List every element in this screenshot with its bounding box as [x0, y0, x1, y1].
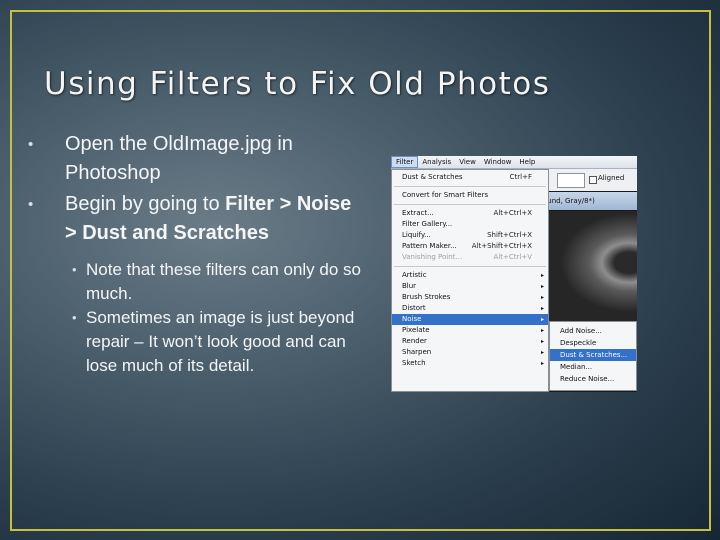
bullet-dot: • — [28, 136, 34, 153]
filter-menu: Dust & Scratches Ctrl+F Convert for Smar… — [391, 169, 549, 392]
menu-item-vanishing-point[interactable]: Vanishing Point... Alt+Ctrl+V — [392, 252, 548, 263]
menu-item-label: Noise — [402, 315, 422, 323]
submenu-arrow-icon: ▸ — [540, 305, 544, 312]
menu-item-filter-gallery[interactable]: Filter Gallery... — [392, 219, 548, 230]
menu-item-label: Render — [402, 337, 427, 345]
menu-item-label: Brush Strokes — [402, 293, 451, 301]
menu-item-pixelate[interactable]: Pixelate ▸ — [392, 325, 548, 336]
submenu-arrow-icon: ▸ — [540, 327, 544, 334]
bullet-filter-path: • Begin by going to Filter > Noise > Dus… — [28, 190, 368, 248]
options-bar: Aligned — [541, 169, 637, 191]
photo-canvas — [541, 211, 637, 326]
menu-item-shortcut: Alt+Ctrl+X — [493, 209, 532, 217]
menu-item-distort[interactable]: Distort ▸ — [392, 303, 548, 314]
submenu-item-add-noise[interactable]: Add Noise... — [550, 325, 636, 337]
sub-bullet-limits: • Note that these filters can only do so… — [72, 258, 368, 306]
aligned-checkbox[interactable] — [589, 176, 597, 184]
slide-title: Using Filters to Fix Old Photos — [44, 66, 551, 102]
bullet-text: Begin by going to Filter > Noise > Dust … — [65, 190, 368, 248]
sub-bullet-text: Note that these filters can only do so m… — [86, 260, 361, 303]
submenu-item-reduce-noise[interactable]: Reduce Noise... — [550, 373, 636, 385]
menu-item-last-filter[interactable]: Dust & Scratches Ctrl+F — [392, 172, 548, 183]
menu-filter[interactable]: Filter — [391, 156, 419, 168]
photoshop-screenshot: Filter Analysis View Window Help Aligned… — [391, 156, 637, 392]
submenu-arrow-icon: ▸ — [540, 316, 544, 323]
menu-item-label: Vanishing Point... — [402, 253, 463, 261]
document-tab[interactable]: ound, Gray/8*) — [541, 192, 637, 210]
menu-item-shortcut: Shift+Ctrl+X — [487, 231, 532, 239]
menu-item-label: Pattern Maker... — [402, 242, 457, 250]
menu-separator — [394, 204, 546, 205]
submenu-arrow-icon: ▸ — [540, 272, 544, 279]
menu-item-sketch[interactable]: Sketch ▸ — [392, 358, 548, 369]
menu-item-label: Sketch — [402, 359, 426, 367]
menu-item-label: Convert for Smart Filters — [402, 191, 489, 199]
menu-view[interactable]: View — [455, 156, 480, 168]
slide-body: • Open the OldImage.jpg in Photoshop • B… — [28, 130, 368, 378]
menu-item-pattern-maker[interactable]: Pattern Maker... Alt+Shift+Ctrl+X — [392, 241, 548, 252]
submenu-item-despeckle[interactable]: Despeckle — [550, 337, 636, 349]
bullet-open-image: • Open the OldImage.jpg in Photoshop — [28, 130, 368, 188]
menu-bar: Filter Analysis View Window Help — [391, 156, 637, 169]
menu-item-liquify[interactable]: Liquify... Shift+Ctrl+X — [392, 230, 548, 241]
bullet-prefix: Begin by going to — [65, 193, 226, 215]
menu-item-noise[interactable]: Noise ▸ — [392, 314, 548, 325]
menu-item-brush-strokes[interactable]: Brush Strokes ▸ — [392, 292, 548, 303]
options-field[interactable] — [557, 173, 585, 188]
sub-bullet-dot: • — [72, 310, 77, 325]
menu-item-label: Blur — [402, 282, 417, 290]
bullet-text: Open the OldImage.jpg in Photoshop — [65, 133, 293, 184]
menu-item-extract[interactable]: Extract... Alt+Ctrl+X — [392, 208, 548, 219]
menu-item-label: Dust & Scratches — [402, 173, 463, 181]
submenu-item-dust-scratches[interactable]: Dust & Scratches... — [550, 349, 636, 361]
menu-item-label: Filter Gallery... — [402, 220, 453, 228]
menu-item-label: Artistic — [402, 271, 427, 279]
bullet-dot: • — [28, 196, 34, 213]
menu-item-blur[interactable]: Blur ▸ — [392, 281, 548, 292]
menu-item-label: Sharpen — [402, 348, 432, 356]
menu-item-convert-smart-filters[interactable]: Convert for Smart Filters — [392, 190, 548, 201]
sub-bullet-dot: • — [72, 262, 77, 277]
sub-bullet-text: Sometimes an image is just beyond repair… — [86, 308, 355, 375]
menu-help[interactable]: Help — [515, 156, 539, 168]
submenu-arrow-icon: ▸ — [540, 360, 544, 367]
menu-separator — [394, 186, 546, 187]
noise-submenu: Add Noise... Despeckle Dust & Scratches.… — [549, 321, 637, 391]
menu-item-artistic[interactable]: Artistic ▸ — [392, 270, 548, 281]
menu-item-label: Distort — [402, 304, 426, 312]
sub-bullet-repair: • Sometimes an image is just beyond repa… — [72, 306, 368, 378]
submenu-arrow-icon: ▸ — [540, 349, 544, 356]
menu-item-shortcut: Alt+Ctrl+V — [493, 253, 532, 261]
menu-window[interactable]: Window — [480, 156, 516, 168]
submenu-arrow-icon: ▸ — [540, 283, 544, 290]
submenu-arrow-icon: ▸ — [540, 338, 544, 345]
menu-item-sharpen[interactable]: Sharpen ▸ — [392, 347, 548, 358]
menu-item-render[interactable]: Render ▸ — [392, 336, 548, 347]
menu-analysis[interactable]: Analysis — [418, 156, 455, 168]
submenu-arrow-icon: ▸ — [540, 294, 544, 301]
menu-separator — [394, 266, 546, 267]
menu-item-shortcut: Ctrl+F — [509, 173, 532, 181]
submenu-item-median[interactable]: Median... — [550, 361, 636, 373]
menu-item-label: Extract... — [402, 209, 434, 217]
menu-item-shortcut: Alt+Shift+Ctrl+X — [471, 242, 532, 250]
menu-item-label: Liquify... — [402, 231, 431, 239]
menu-item-label: Pixelate — [402, 326, 430, 334]
aligned-label: Aligned — [598, 174, 625, 182]
slide: Using Filters to Fix Old Photos • Open t… — [0, 0, 720, 540]
